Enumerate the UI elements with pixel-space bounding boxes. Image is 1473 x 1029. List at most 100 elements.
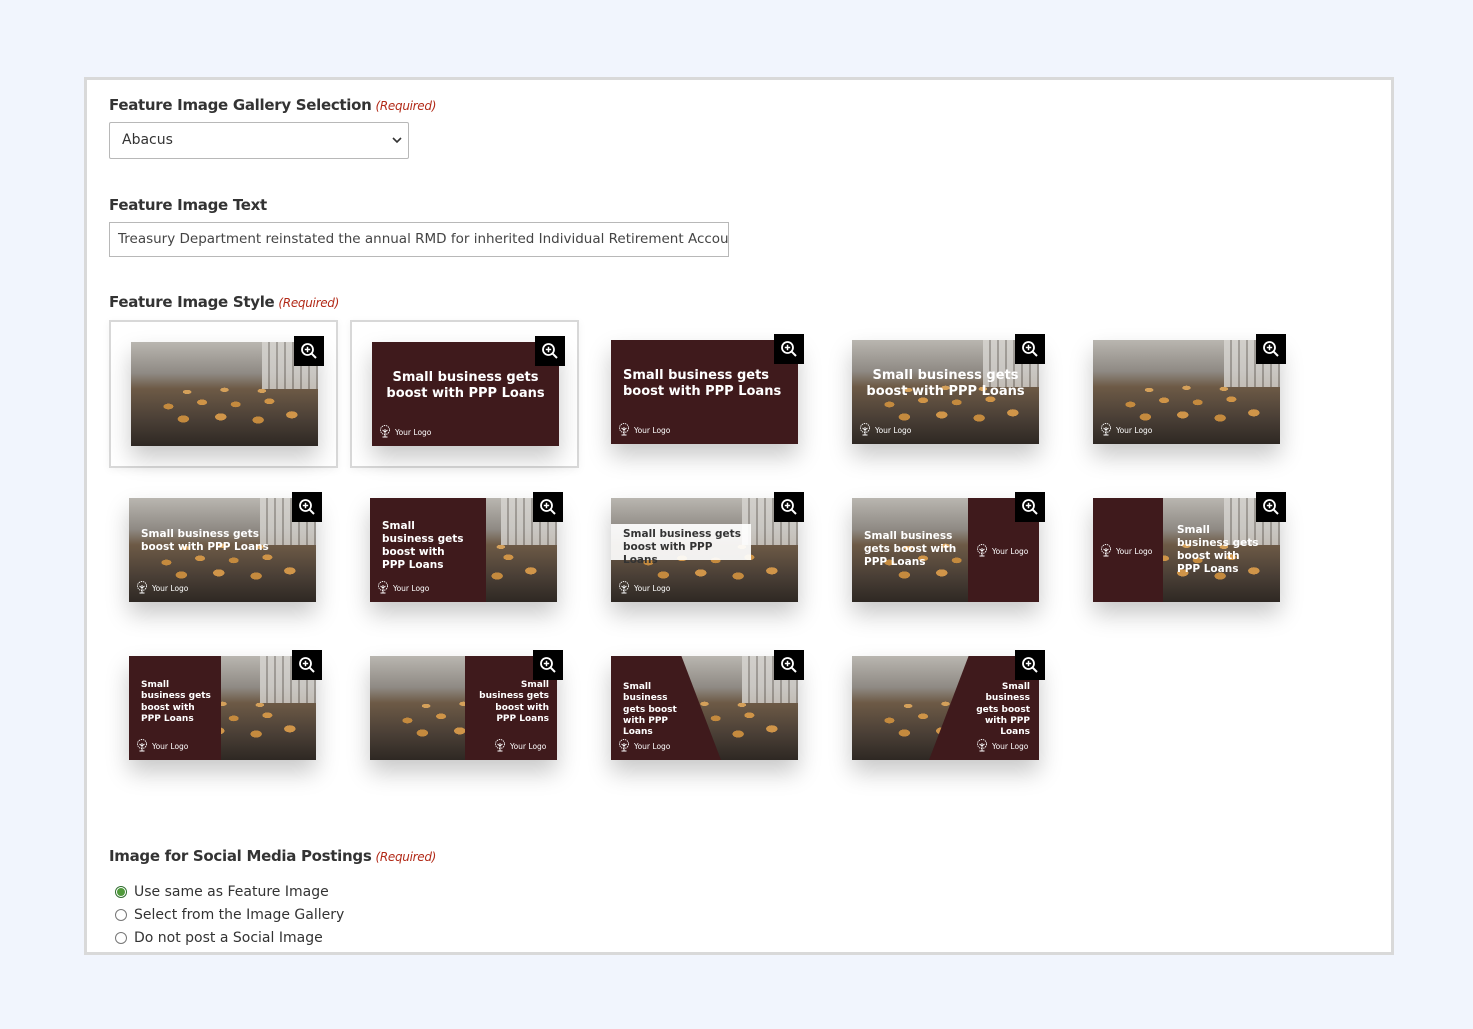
zoom-in-icon[interactable] [535, 336, 565, 366]
text-label: Feature Image Text [109, 196, 267, 214]
style-option-12[interactable]: Small business gets boost with PPP Loans… [350, 636, 579, 784]
tree-logo-icon [135, 581, 152, 596]
thumbnail-logo: Your Logo [617, 423, 670, 438]
social-option-gallery[interactable]: Select from the Image Gallery [115, 903, 344, 926]
thumbnail-headline: Small business gets boost with PPP Loans [866, 368, 1025, 400]
tree-logo-icon [617, 739, 634, 754]
tree-logo-icon [975, 544, 992, 559]
tree-logo-icon [1099, 544, 1116, 559]
thumbnail-logo: Your Logo [1099, 423, 1152, 438]
zoom-in-icon[interactable] [1015, 334, 1045, 364]
style-option-11[interactable]: Small business gets boost with PPP Loans… [109, 636, 338, 784]
thumbnail-logo: Your Logo [617, 581, 670, 596]
feature-image-form: Feature Image Gallery Selection (Required… [84, 77, 1394, 955]
logo-text: Your Logo [152, 742, 189, 751]
social-options: Use same as Feature Image Select from th… [115, 880, 344, 949]
logo-text: Your Logo [510, 742, 547, 751]
gallery-label: Feature Image Gallery Selection (Required… [109, 96, 436, 114]
zoom-in-icon[interactable] [292, 650, 322, 680]
tree-logo-icon [617, 423, 634, 438]
thumbnail-logo: Your Logo [378, 425, 431, 440]
style-option-1[interactable] [109, 320, 338, 468]
zoom-in-icon[interactable] [774, 334, 804, 364]
style-option-3[interactable]: Small business gets boost with PPP Loans… [591, 320, 820, 468]
thumbnail-photo [131, 342, 318, 446]
tree-logo-icon [493, 739, 510, 754]
style-option-10[interactable]: Small business gets boost with PPP Loans… [1073, 478, 1302, 626]
logo-text: Your Logo [992, 547, 1029, 556]
thumbnail-headline: Small business gets boost with PPP Loans [864, 530, 957, 569]
feature-image-text-input[interactable]: Treasury Department reinstated the annua… [109, 222, 729, 257]
zoom-in-icon[interactable] [533, 650, 563, 680]
style-option-13[interactable]: Small business gets boost with PPP Loans… [591, 636, 820, 784]
thumbnail-logo: Your Logo [617, 739, 670, 754]
style-option-2[interactable]: Small business gets boost with PPP Loans… [350, 320, 579, 468]
zoom-in-icon[interactable] [1256, 492, 1286, 522]
zoom-in-icon[interactable] [533, 492, 563, 522]
radio-button[interactable] [115, 931, 127, 944]
thumbnail-logo: Your Logo [858, 423, 911, 438]
zoom-in-icon[interactable] [292, 492, 322, 522]
logo-text: Your Logo [395, 428, 432, 437]
thumbnail-headline: Small business gets boost with PPP Loans [141, 680, 211, 724]
style-thumbnail: Small business gets boost with PPP Loans… [370, 656, 557, 760]
zoom-in-icon[interactable] [1015, 492, 1045, 522]
thumbnail-headline: Small business gets boost with PPP Loans [141, 528, 269, 554]
tree-logo-icon [975, 739, 992, 754]
style-option-9[interactable]: Small business gets boost with PPP Loans… [832, 478, 1061, 626]
thumbnail-logo: Your Logo [975, 544, 1028, 559]
style-option-8[interactable]: Small business gets boost with PPP Loans… [591, 478, 820, 626]
thumbnail-headline: Small business gets boost with PPP Loans [1177, 524, 1259, 576]
style-option-4[interactable]: Small business gets boost with PPP Loans… [832, 320, 1061, 468]
gallery-select[interactable]: Abacus [109, 122, 409, 159]
tree-logo-icon [1099, 423, 1116, 438]
logo-text: Your Logo [1116, 547, 1153, 556]
social-option-label: Use same as Feature Image [134, 883, 329, 900]
style-thumbnail: Small business gets boost with PPP Loans… [372, 342, 559, 446]
tree-logo-icon [378, 425, 395, 440]
radio-button[interactable] [115, 885, 127, 898]
social-option-label: Do not post a Social Image [134, 929, 323, 946]
social-option-none[interactable]: Do not post a Social Image [115, 926, 344, 949]
style-option-6[interactable]: Small business gets boost with PPP Loans… [109, 478, 338, 626]
thumbnail-headline: Small business gets boost with PPP Loans [976, 682, 1030, 737]
thumbnail-logo: Your Logo [975, 739, 1028, 754]
style-label-text: Feature Image Style [109, 293, 275, 311]
gallery-selected-value: Abacus [122, 132, 173, 148]
zoom-in-icon[interactable] [1015, 650, 1045, 680]
thumbnail-headline: Small business gets boost with PPP Loans [623, 368, 782, 400]
feature-image-text-value: Treasury Department reinstated the annua… [118, 231, 729, 247]
thumbnail-headline: Small business gets boost with PPP Loans [623, 682, 677, 737]
zoom-in-icon[interactable] [774, 492, 804, 522]
text-label-text: Feature Image Text [109, 196, 267, 214]
logo-text: Your Logo [634, 742, 671, 751]
logo-text: Your Logo [875, 426, 912, 435]
style-thumbnail: Small business gets boost with PPP Loans… [852, 340, 1039, 444]
required-marker: (Required) [375, 850, 437, 864]
radio-button[interactable] [115, 908, 127, 921]
thumbnail-logo: Your Logo [135, 581, 188, 596]
style-option-5[interactable]: Your Logo [1073, 320, 1302, 468]
tree-logo-icon [617, 581, 634, 596]
social-label: Image for Social Media Postings (Required… [109, 847, 436, 865]
thumbnail-headline: Small business gets boost with PPP Loans [382, 520, 464, 572]
logo-text: Your Logo [393, 584, 430, 593]
thumbnail-headline: Small business gets boost with PPP Loans [623, 528, 741, 567]
logo-text: Your Logo [634, 426, 671, 435]
style-thumbnail: Your Logo [1093, 340, 1280, 444]
social-option-same[interactable]: Use same as Feature Image [115, 880, 344, 903]
style-thumbnail [131, 342, 318, 446]
thumbnail-logo: Your Logo [493, 739, 546, 754]
style-thumbnail: Small business gets boost with PPP Loans… [129, 656, 316, 760]
zoom-in-icon[interactable] [1256, 334, 1286, 364]
zoom-in-icon[interactable] [774, 650, 804, 680]
style-label: Feature Image Style (Required) [109, 293, 339, 311]
style-option-7[interactable]: Small business gets boost with PPP Loans… [350, 478, 579, 626]
style-option-14[interactable]: Small business gets boost with PPP Loans… [832, 636, 1061, 784]
zoom-in-icon[interactable] [294, 336, 324, 366]
style-thumbnail: Small business gets boost with PPP Loans… [611, 340, 798, 444]
required-marker: (Required) [278, 296, 339, 310]
social-label-text: Image for Social Media Postings [109, 847, 372, 865]
style-thumbnail: Small business gets boost with PPP Loans… [370, 498, 557, 602]
gallery-label-text: Feature Image Gallery Selection [109, 96, 372, 114]
